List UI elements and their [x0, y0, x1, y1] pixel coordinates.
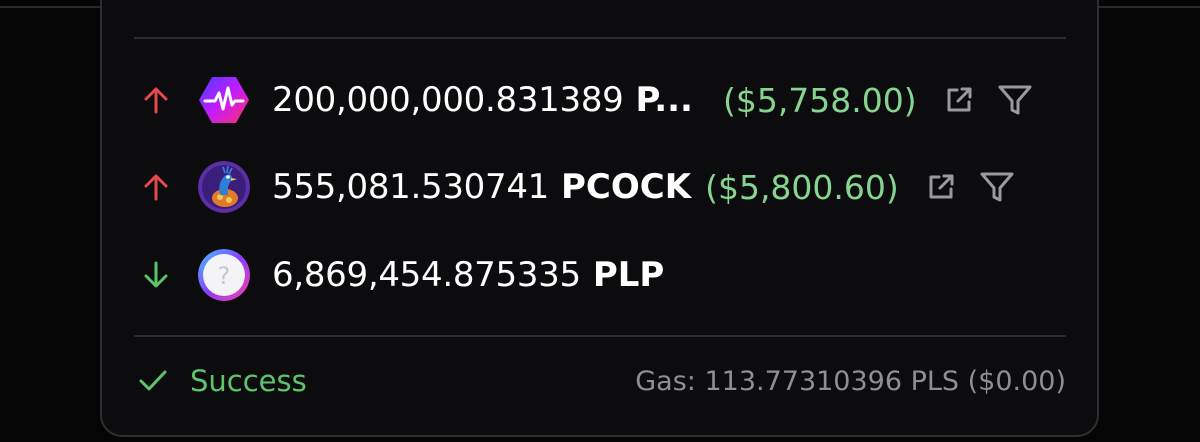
transfer-row: 555,081.530741 PCOCK ($5,800.60): [134, 157, 1017, 217]
status-row: Success Gas: 113.77310396 PLS ($0.00): [134, 356, 1066, 406]
transfer-amount: 555,081.530741: [272, 167, 549, 207]
gas-fee: Gas: 113.77310396 PLS ($0.00): [635, 365, 1066, 397]
usd-value: ($5,758.00): [722, 80, 917, 120]
transfer-row: 200,000,000.831389 P... ($5,758.00): [134, 70, 1035, 130]
arrow-down-icon: [134, 260, 178, 290]
token-symbol[interactable]: P...: [636, 80, 693, 120]
filter-icon[interactable]: [977, 167, 1017, 207]
arrow-up-icon: [134, 172, 178, 202]
filter-icon[interactable]: [995, 80, 1035, 120]
arrow-up-icon: [134, 85, 178, 115]
bottom-divider: [134, 335, 1066, 337]
check-icon: [138, 369, 168, 393]
usd-value: ($5,800.60): [705, 167, 899, 207]
peacock-logo-icon: [198, 161, 250, 213]
token-symbol[interactable]: PCOCK: [561, 167, 691, 207]
transfer-row: ? 6,869,454.875335 PLP: [134, 245, 664, 305]
svg-text:?: ?: [218, 262, 231, 290]
external-link-icon[interactable]: [939, 80, 979, 120]
status-label: Success: [190, 364, 307, 398]
top-divider: [134, 37, 1066, 39]
pulse-logo-icon: [198, 74, 250, 126]
token-symbol[interactable]: PLP: [593, 255, 665, 295]
unknown-token-icon: ?: [198, 249, 250, 301]
transfer-amount: 200,000,000.831389: [272, 80, 624, 120]
transfer-amount: 6,869,454.875335: [272, 255, 581, 295]
external-link-icon[interactable]: [921, 167, 961, 207]
